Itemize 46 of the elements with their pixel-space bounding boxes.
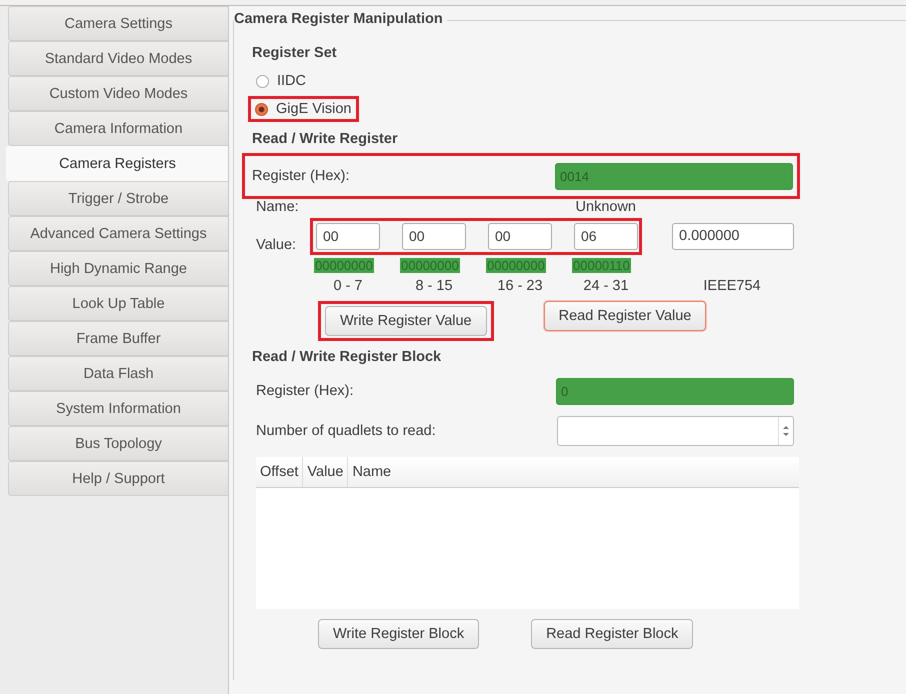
sidebar-tab[interactable]: Camera Settings xyxy=(8,6,228,41)
column-header[interactable]: Value xyxy=(303,457,348,487)
sidebar-tab[interactable]: Help / Support xyxy=(8,461,228,496)
sidebar-tab[interactable]: Camera Registers xyxy=(6,146,228,181)
register-button[interactable]: Write Register Value xyxy=(325,306,487,336)
section-heading: Register Set xyxy=(252,45,338,61)
section-heading: Read / Write Register Block xyxy=(252,349,442,365)
block-button[interactable]: Write Register Block xyxy=(318,619,480,649)
sidebar-tab[interactable]: Data Flash xyxy=(8,356,228,391)
sidebar-tab[interactable]: System Information xyxy=(8,391,228,426)
bit-range: 16 - 23 xyxy=(496,278,544,294)
byte-field[interactable]: 00 xyxy=(402,222,466,250)
float-field[interactable]: 0.000000 xyxy=(672,222,794,250)
field-label: Value: xyxy=(256,237,298,255)
field-label: Register (Hex): xyxy=(252,168,350,184)
sidebar-tab[interactable]: Custom Video Modes xyxy=(8,76,228,111)
column-header[interactable]: Offset xyxy=(256,457,304,487)
field-label: Name: xyxy=(256,199,299,215)
sidebar-tab[interactable]: Trigger / Strobe xyxy=(8,181,228,216)
bit-range: 0 - 7 xyxy=(332,278,364,294)
sidebar-tab[interactable]: High Dynamic Range xyxy=(8,251,228,286)
register-name: Unknown xyxy=(576,199,636,215)
radio-label: GigE Vision xyxy=(276,101,352,117)
field-label: Register (Hex): xyxy=(256,383,354,399)
radio-button[interactable] xyxy=(255,102,268,116)
sidebar-tab[interactable]: Camera Information xyxy=(8,111,228,146)
bit-range: 24 - 31 xyxy=(582,278,630,294)
byte-field[interactable]: 00 xyxy=(316,222,380,250)
sidebar-tab[interactable]: Look Up Table xyxy=(8,286,228,321)
sidebar-tab[interactable]: Standard Video Modes xyxy=(8,41,228,76)
sidebar-tab[interactable]: Frame Buffer xyxy=(8,321,228,356)
block-button[interactable]: Read Register Block xyxy=(531,619,694,649)
sidebar-tab[interactable]: Bus Topology xyxy=(8,426,228,461)
bit-range: 8 - 15 xyxy=(414,278,454,294)
radio-label: IIDC xyxy=(277,73,306,89)
field-label: Number of quadlets to read: xyxy=(256,423,436,439)
group-title: Camera Register Manipulation xyxy=(234,11,447,27)
byte-field[interactable]: 06 xyxy=(574,222,638,250)
column-header[interactable]: Name xyxy=(348,457,396,487)
byte-field[interactable]: 00 xyxy=(488,222,552,250)
sidebar-tab[interactable]: Advanced Camera Settings xyxy=(8,216,228,251)
radio-button[interactable] xyxy=(256,74,269,88)
float-label: IEEE754 xyxy=(702,278,762,294)
register-button[interactable]: Read Register Value xyxy=(544,301,706,331)
section-heading: Read / Write Register xyxy=(252,131,399,147)
register-table[interactable]: Offset Value Name xyxy=(256,457,799,609)
